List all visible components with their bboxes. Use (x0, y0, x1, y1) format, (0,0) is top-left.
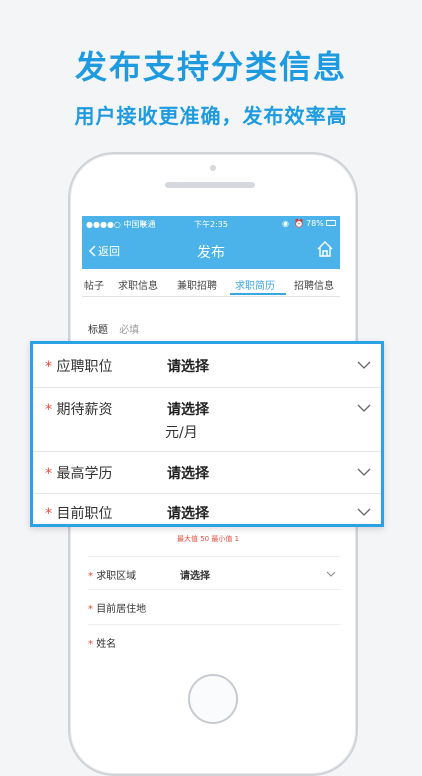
promo-headline: 发布支持分类信息 (74, 48, 347, 86)
required-mark: * (45, 402, 52, 418)
chevron-down-icon (326, 571, 336, 577)
tab-part-time[interactable]: 兼职招聘 (177, 277, 217, 292)
residence-field[interactable]: * 目前居住地 (88, 589, 340, 622)
required-mark: * (88, 639, 93, 650)
active-tab-indicator (230, 293, 286, 295)
required-mark: * (45, 359, 52, 375)
expected-salary-label: 期待薪资 (56, 402, 113, 418)
name-field[interactable]: * 姓名 (88, 624, 340, 657)
home-icon[interactable] (316, 240, 334, 258)
status-time: 下午2:35 (194, 220, 228, 229)
chevron-down-icon (357, 468, 371, 476)
nav-bar: 返回 发布 (82, 233, 340, 269)
tab-job-seeking-info[interactable]: 求职信息 (118, 277, 158, 292)
education-label: 最高学历 (56, 466, 113, 482)
lock-rotation-icon: ◉ (282, 219, 289, 228)
phone-speaker (165, 182, 255, 188)
area-field[interactable]: * 求职区域 请选择 (88, 556, 340, 589)
required-mark: * (45, 466, 52, 482)
zoomed-form-callout: * 应聘职位 请选择 * 期待薪资 请选择 元/月 * 最高学历 请选择 * 目… (30, 341, 384, 527)
category-tabs: 帖子 求职信息 兼职招聘 求职简历 招聘信息 (82, 269, 340, 297)
current-position-row[interactable]: * 目前职位 请选择 (33, 493, 381, 527)
chevron-down-icon (357, 508, 371, 516)
education-value: 请选择 (167, 466, 209, 482)
promo-subheadline: 用户接收更准确，发布效率高 (74, 104, 348, 128)
tab-posts[interactable]: 帖子 (84, 277, 104, 292)
required-mark: * (45, 506, 52, 522)
expected-salary-row[interactable]: * 期待薪资 请选择 元/月 (33, 387, 381, 452)
required-mark: * (88, 604, 93, 615)
area-value: 请选择 (180, 571, 210, 582)
position-applied-label: 应聘职位 (56, 359, 113, 375)
expected-salary-value: 请选择 (167, 402, 209, 418)
title-placeholder: 必填 (119, 325, 140, 336)
name-label: 姓名 (96, 639, 117, 650)
phone-camera (210, 165, 216, 171)
title-field[interactable]: 标题 必填 (88, 321, 340, 336)
area-label: 求职区域 (96, 571, 137, 582)
battery-percent: 78% (306, 219, 324, 228)
position-applied-row[interactable]: * 应聘职位 请选择 (33, 344, 381, 388)
education-row[interactable]: * 最高学历 请选择 (33, 451, 381, 494)
residence-label: 目前居住地 (96, 604, 147, 615)
battery-icon (326, 220, 336, 226)
chevron-down-icon (357, 361, 371, 369)
phone-home-button[interactable] (188, 674, 238, 724)
tab-resume[interactable]: 求职简历 (235, 277, 275, 292)
required-mark: * (88, 571, 93, 582)
salary-unit: 元/月 (165, 425, 198, 441)
position-applied-value: 请选择 (167, 359, 209, 375)
current-position-value: 请选择 (167, 506, 209, 522)
chevron-down-icon (357, 404, 371, 412)
tab-recruitment[interactable]: 招聘信息 (294, 277, 334, 292)
alarm-icon: ⏰ (294, 219, 304, 228)
title-label: 标题 (88, 325, 108, 336)
page-title: 发布 (197, 245, 225, 261)
current-position-label: 目前职位 (56, 506, 113, 522)
salary-range-hint: 最大值 50 最小值 1 (177, 535, 240, 543)
wifi-icon: ≋ (140, 219, 147, 228)
status-bar: ●●●●○ 中国联通 ≋ 下午2:35 ◉ ⏰ 78% (82, 216, 340, 233)
